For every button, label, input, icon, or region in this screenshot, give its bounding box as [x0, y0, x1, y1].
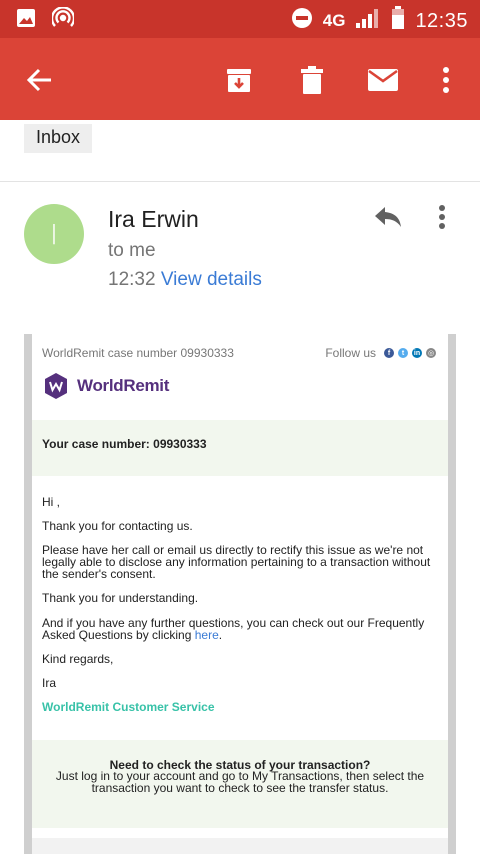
status-bar: 4G 12:35	[0, 0, 480, 38]
app-bar	[0, 38, 480, 120]
message-time: 12:32	[108, 269, 156, 290]
footer-strip	[32, 838, 448, 854]
frame-edge	[24, 334, 32, 854]
closing: Kind regards,	[42, 652, 114, 666]
frame-edge	[448, 334, 456, 854]
view-details-link[interactable]: View details	[161, 269, 262, 290]
worldremit-logo-mark	[45, 373, 67, 399]
worldremit-logo: WorldRemit	[42, 372, 169, 400]
network-type: 4G	[322, 11, 346, 30]
email-body-frame: WorldRemit case number 09930333 Follow u…	[24, 334, 456, 854]
case-number: Your case number: 09930333	[42, 437, 207, 451]
follow-us: Follow us f t in ◎	[325, 346, 436, 360]
battery-icon	[391, 6, 405, 36]
paragraph: Thank you for contacting us.	[42, 519, 193, 533]
signature: WorldRemit Customer Service	[42, 700, 215, 714]
greeting: Hi ,	[42, 495, 60, 509]
logo-text: WorldRemit	[77, 376, 170, 395]
image-icon	[16, 8, 36, 33]
do-not-disturb-icon	[291, 7, 313, 35]
label-row: Inbox	[0, 120, 480, 182]
twitter-icon[interactable]: t	[398, 348, 408, 358]
paragraph-text: .	[218, 628, 223, 642]
sender-name: Ira Erwin	[108, 206, 199, 232]
faq-link[interactable]: here	[195, 628, 219, 642]
paragraph: Please have her call or email us directl…	[42, 543, 431, 581]
paragraph-text: And if you have any further questions, y…	[42, 616, 425, 642]
instagram-icon[interactable]: ◎	[426, 348, 436, 358]
hotspot-icon	[50, 6, 76, 34]
message-more-icon[interactable]	[438, 204, 462, 236]
case-number-banner: Your case number: 09930333	[32, 420, 448, 476]
signal-icon	[355, 7, 381, 35]
inbox-label-chip[interactable]: Inbox	[24, 124, 93, 153]
more-vert-icon[interactable]	[426, 60, 466, 100]
status-time: 12:35	[415, 9, 468, 32]
delete-icon[interactable]	[292, 60, 332, 100]
reply-icon[interactable]	[372, 204, 412, 236]
facebook-icon[interactable]: f	[384, 348, 394, 358]
paragraph: And if you have any further questions, y…	[42, 617, 438, 641]
mark-unread-icon[interactable]	[363, 60, 403, 100]
paragraph: Thank you for understanding.	[42, 591, 199, 605]
help-text: Just log in to your account and go to My…	[55, 769, 425, 795]
avatar[interactable]: I	[24, 204, 84, 264]
back-arrow-icon[interactable]	[20, 60, 60, 100]
case-number-line: WorldRemit case number 09930333	[42, 346, 234, 360]
message-header: I Ira Erwin to me 12:32 View details	[0, 182, 480, 322]
time-row: 12:32 View details	[108, 269, 262, 291]
signer-name: Ira	[42, 676, 57, 690]
linkedin-icon[interactable]: in	[412, 348, 422, 358]
follow-us-label: Follow us	[325, 346, 376, 360]
help-banner: Need to check the status of your transac…	[32, 740, 448, 828]
recipient-label: to me	[108, 240, 156, 261]
email-content: WorldRemit case number 09930333 Follow u…	[32, 334, 448, 854]
archive-icon[interactable]	[219, 60, 259, 100]
